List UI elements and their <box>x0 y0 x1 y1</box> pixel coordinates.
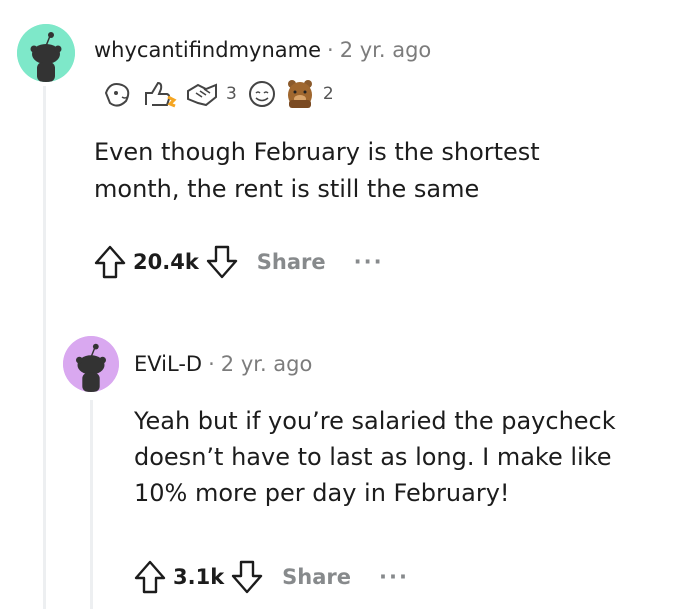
comment-text-line: Yeah but if you’re salaried the paycheck <box>134 407 616 435</box>
snoo-avatar-icon <box>63 336 119 392</box>
vote-score: 3.1k <box>173 565 225 589</box>
downvote-icon[interactable] <box>230 559 264 595</box>
smiling-face-award-icon[interactable] <box>245 79 279 109</box>
share-button[interactable]: Share <box>257 250 326 274</box>
snoo-avatar-icon <box>17 24 75 82</box>
handshake-award-icon[interactable] <box>184 79 220 109</box>
comment-actions: 20.4k Share ··· <box>93 244 384 280</box>
share-button[interactable]: Share <box>282 565 351 589</box>
avatar[interactable] <box>63 336 119 392</box>
comment-meta: whycantifindmyname · 2 yr. ago <box>94 38 431 62</box>
comment-text-line: Even though February is the shortest <box>94 138 540 166</box>
award-count: 3 <box>226 84 237 104</box>
timestamp[interactable]: 2 yr. ago <box>221 352 313 376</box>
avatar[interactable] <box>17 24 75 82</box>
comment-body: Even though February is the shortest mon… <box>94 134 540 208</box>
thumbs-up-award-icon[interactable] <box>140 79 180 109</box>
thread-line[interactable] <box>43 86 46 609</box>
comment-text-line: 10% more per day in February! <box>134 479 510 507</box>
award-count: 2 <box>322 84 334 104</box>
comment-text-line: doesn’t have to last as long. I make lik… <box>134 443 612 471</box>
downvote-icon[interactable] <box>205 244 239 280</box>
separator-dot: · <box>327 38 334 62</box>
comment-meta: EViL-D · 2 yr. ago <box>134 352 312 376</box>
comment-body: Yeah but if you’re salaried the paycheck… <box>134 403 616 511</box>
awards-row[interactable]: 3 2 <box>102 78 338 110</box>
thread-line[interactable] <box>90 400 93 609</box>
upvote-icon[interactable] <box>93 244 127 280</box>
vote-score: 20.4k <box>133 250 199 274</box>
upvote-icon[interactable] <box>133 559 167 595</box>
timestamp[interactable]: 2 yr. ago <box>340 38 432 62</box>
comment-actions: 3.1k Share ··· <box>133 559 409 595</box>
more-options-button[interactable]: ··· <box>379 565 409 589</box>
more-options-button[interactable]: ··· <box>354 250 384 274</box>
username[interactable]: EViL-D <box>134 352 202 376</box>
bear-facepalm-award-icon[interactable] <box>283 78 317 110</box>
separator-dot: · <box>208 352 215 376</box>
wholesome-seal-award-icon[interactable] <box>102 79 136 109</box>
comment-text-line: month, the rent is still the same <box>94 175 480 204</box>
username[interactable]: whycantifindmyname <box>94 38 321 62</box>
